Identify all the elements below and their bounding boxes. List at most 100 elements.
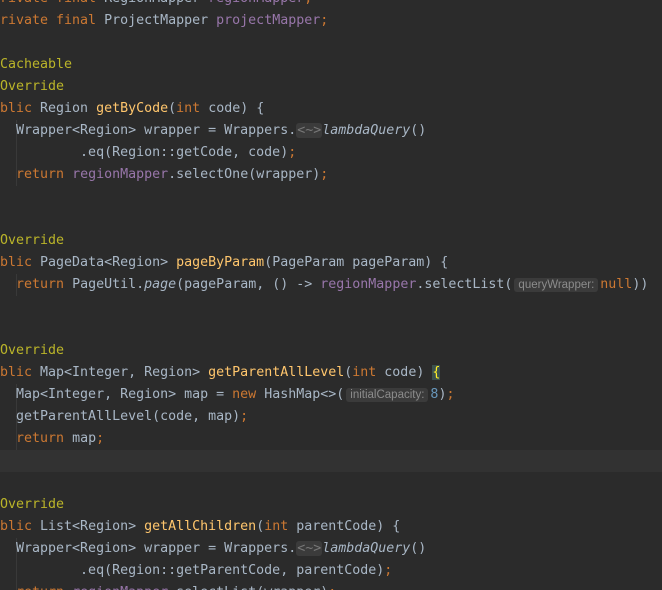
- code-line[interactable]: [0, 186, 662, 208]
- code-line[interactable]: [0, 296, 662, 318]
- keyword-token: return: [16, 585, 72, 590]
- keyword-token: rivate final: [0, 13, 105, 28]
- field-token: projectMapper: [216, 13, 321, 28]
- identifier-token: )): [632, 277, 649, 292]
- field-token: regionMapper: [72, 585, 168, 590]
- identifier-token: map: [72, 431, 97, 446]
- keyword-token: blic: [0, 519, 41, 534]
- code-line[interactable]: return map;: [0, 428, 662, 450]
- identifier-token: Wrapper<Region> wrapper = Wrappers.: [0, 123, 297, 138]
- code-line[interactable]: getParentAllLevel(code, map);: [0, 406, 662, 428]
- generic-hint-badge: <~>: [296, 123, 323, 138]
- code-line[interactable]: blic PageData<Region> pageByParam(PagePa…: [0, 252, 662, 274]
- keyword-token: ;: [320, 167, 329, 182]
- code-line[interactable]: Wrapper<Region> wrapper = Wrappers.<~>la…: [0, 120, 662, 142]
- keyword-token: new: [232, 387, 265, 402]
- field-token: regionMapper: [320, 277, 417, 292]
- code-line[interactable]: Cacheable: [0, 54, 662, 76]
- code-line[interactable]: .eq(Region::getCode, code);: [0, 142, 662, 164]
- annotation-token: Cacheable: [0, 57, 73, 72]
- code-line[interactable]: return regionMapper.selectList(wrapper);: [0, 582, 662, 590]
- keyword-token: ;: [328, 585, 336, 590]
- parameter-hint: initialCapacity:: [346, 388, 429, 402]
- code-line[interactable]: Map<Integer, Region> map = new HashMap<>…: [0, 384, 662, 406]
- identifier-token: .selectList(: [416, 277, 513, 292]
- keyword-token: blic: [0, 255, 41, 270]
- keyword-token: int: [264, 519, 297, 534]
- code-line[interactable]: blic List<Region> getAllChildren(int par…: [0, 516, 662, 538]
- identifier-token: (: [168, 101, 177, 116]
- keyword-token: ;: [240, 409, 249, 424]
- identifier-token: [0, 277, 16, 292]
- code-line[interactable]: return regionMapper.selectOne(wrapper);: [0, 164, 662, 186]
- identifier-token: PageData<Region>: [40, 255, 177, 270]
- code-line[interactable]: [0, 208, 662, 230]
- annotation-token: Override: [0, 233, 65, 248]
- identifier-token: .eq(Region::getCode, code): [0, 145, 289, 160]
- code-line[interactable]: blic Region getByCode(int code) {: [0, 98, 662, 120]
- keyword-token: ;: [288, 145, 297, 160]
- parameter-hint: queryWrapper:: [514, 278, 599, 292]
- keyword-token: int: [176, 101, 209, 116]
- keyword-token: blic: [0, 365, 41, 380]
- identifier-token: [0, 431, 16, 446]
- identifier-token: code): [384, 365, 433, 380]
- code-line[interactable]: [0, 318, 662, 340]
- annotation-token: Override: [0, 497, 65, 512]
- code-line[interactable]: return PageUtil.page(pageParam, () -> re…: [0, 274, 662, 296]
- code-editor[interactable]: rivate final RegionMapper regionMapper;r…: [0, 0, 662, 590]
- identifier-token: (: [256, 519, 265, 534]
- identifier-token: page: [144, 277, 177, 292]
- identifier-token: parentCode) {: [296, 519, 401, 534]
- code-line[interactable]: rivate final RegionMapper regionMapper;: [0, 0, 662, 10]
- code-line[interactable]: rivate final ProjectMapper projectMapper…: [0, 10, 662, 32]
- code-line[interactable]: Override: [0, 230, 662, 252]
- identifier-token: .selectList(wrapper): [168, 585, 328, 590]
- identifier-token: .selectOne(wrapper): [168, 167, 321, 182]
- generic-hint-badge: <~>: [296, 541, 323, 556]
- keyword-token: return: [16, 167, 73, 182]
- code-line[interactable]: [0, 32, 662, 54]
- keyword-token: return: [16, 431, 73, 446]
- code-line[interactable]: Override: [0, 494, 662, 516]
- identifier-token: (pageParam, () ->: [176, 277, 321, 292]
- identifier-token: [0, 167, 16, 182]
- identifier-token: lambdaQuery: [322, 541, 411, 556]
- keyword-token: ;: [96, 431, 105, 446]
- identifier-token: Wrapper<Region> wrapper = Wrappers.: [0, 541, 297, 556]
- annotation-token: Override: [0, 79, 65, 94]
- keyword-token: ;: [304, 0, 312, 6]
- identifier-token: getParentAllLevel(code, map): [0, 409, 241, 424]
- code-line[interactable]: blic Map<Integer, Region> getParentAllLe…: [0, 362, 662, 384]
- identifier-token: [0, 585, 16, 590]
- identifier-token: .eq(Region::getParentCode, parentCode): [0, 563, 385, 578]
- method-name-token: getAllChildren: [144, 519, 257, 534]
- annotation-token: Override: [0, 343, 65, 358]
- code-line[interactable]: Override: [0, 340, 662, 362]
- identifier-token: RegionMapper: [104, 0, 208, 6]
- code-line[interactable]: [0, 472, 662, 494]
- code-line[interactable]: Override: [0, 76, 662, 98]
- code-line[interactable]: .eq(Region::getParentCode, parentCode);: [0, 560, 662, 582]
- keyword-token: ;: [320, 13, 329, 28]
- keyword-token: rivate final: [0, 0, 104, 6]
- field-token: regionMapper: [208, 0, 304, 6]
- identifier-token: lambdaQuery: [322, 123, 411, 138]
- identifier-token: ProjectMapper: [104, 13, 217, 28]
- identifier-token: Map<Integer, Region> map =: [0, 387, 233, 402]
- keyword-token: blic: [0, 101, 41, 116]
- current-line[interactable]: [0, 450, 662, 472]
- keyword-token: null: [600, 277, 633, 292]
- keyword-token: ;: [384, 563, 393, 578]
- identifier-token: List<Region>: [40, 519, 145, 534]
- identifier-token: Map<Integer, Region>: [40, 365, 209, 380]
- method-name-token: getParentAllLevel: [208, 365, 345, 380]
- identifier-token: HashMap<>(: [264, 387, 345, 402]
- identifier-token: code) {: [208, 101, 265, 116]
- keyword-token: return: [16, 277, 73, 292]
- method-name-token: getByCode: [96, 101, 169, 116]
- identifier-token: (): [410, 541, 427, 556]
- identifier-token: (PageParam pageParam) {: [264, 255, 449, 270]
- identifier-token: PageUtil.: [72, 277, 145, 292]
- code-line[interactable]: Wrapper<Region> wrapper = Wrappers.<~>la…: [0, 538, 662, 560]
